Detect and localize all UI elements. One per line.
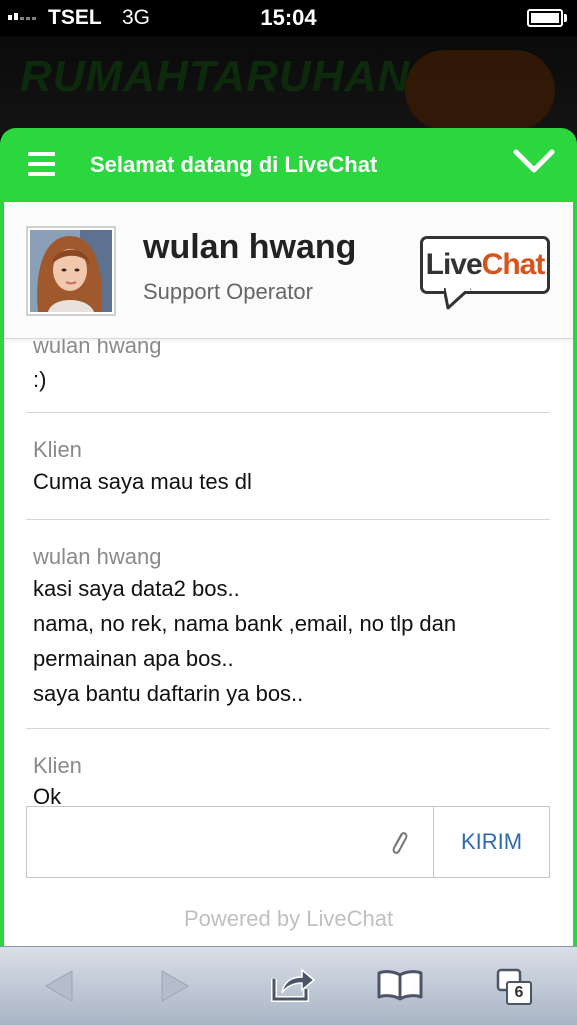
message-author: Klien bbox=[33, 437, 82, 462]
operator-card: wulan hwang Support Operator LiveChat bbox=[4, 202, 573, 339]
list-item: wulan hwang :) bbox=[26, 339, 550, 413]
logo-live-text: Live bbox=[425, 248, 483, 281]
menu-icon[interactable] bbox=[28, 152, 55, 176]
list-item: wulan hwang kasi saya data2 bos.. nama, … bbox=[26, 520, 550, 729]
message-composer: KIRIM bbox=[26, 806, 550, 878]
chat-header: Selamat datang di LiveChat bbox=[0, 128, 577, 202]
send-button[interactable]: KIRIM bbox=[434, 807, 549, 877]
chat-panel: wulan hwang Support Operator LiveChat wu… bbox=[4, 202, 573, 946]
list-item: Klien Ok bbox=[26, 729, 550, 804]
message-author: Klien bbox=[33, 753, 82, 778]
speech-bubble-tail-icon bbox=[444, 288, 472, 310]
chevron-down-icon[interactable] bbox=[513, 148, 555, 176]
list-item: Klien Cuma saya mau tes dl bbox=[26, 413, 550, 520]
operator-name: wulan hwang bbox=[143, 228, 357, 266]
paperclip-icon[interactable] bbox=[387, 828, 411, 858]
message-text: permainan apa bos.. bbox=[33, 646, 234, 671]
website-title: RUMAHTARUHAN bbox=[20, 52, 411, 101]
back-arrow-icon[interactable] bbox=[44, 969, 74, 1003]
browser-toolbar: 6 bbox=[0, 946, 577, 1025]
logo-chat-text: Chat bbox=[481, 248, 546, 281]
message-text: :) bbox=[33, 367, 47, 392]
forward-arrow-icon[interactable] bbox=[160, 969, 190, 1003]
share-icon[interactable] bbox=[270, 965, 316, 1003]
message-text: Cuma saya mau tes dl bbox=[33, 469, 252, 494]
message-text: Ok bbox=[33, 784, 62, 804]
livechat-logo: LiveChat bbox=[420, 236, 554, 310]
message-input[interactable] bbox=[27, 807, 434, 877]
message-text: nama, no rek, nama bank ,email, no tlp d… bbox=[33, 611, 457, 636]
avatar bbox=[26, 226, 116, 316]
operator-role: Support Operator bbox=[143, 279, 313, 304]
livechat-widget: Selamat datang di LiveChat wulan hwang S… bbox=[0, 128, 577, 946]
message-text: saya bantu daftarin ya bos.. bbox=[33, 681, 304, 706]
message-author: wulan hwang bbox=[33, 339, 162, 358]
message-author: wulan hwang bbox=[33, 544, 162, 569]
powered-by-link[interactable]: Powered by LiveChat bbox=[4, 906, 573, 932]
bookmarks-icon[interactable] bbox=[376, 969, 424, 1001]
livechat-logo-box: LiveChat bbox=[420, 236, 550, 294]
website-logo bbox=[405, 50, 555, 130]
operator-photo bbox=[30, 230, 112, 312]
message-text: kasi saya data2 bos.. bbox=[33, 576, 240, 601]
clock: 15:04 bbox=[260, 5, 317, 30]
website-background: RUMAHTARUHAN bbox=[0, 36, 577, 136]
tab-count[interactable]: 6 bbox=[506, 981, 532, 1005]
status-bar: TSEL 3G 15:04 bbox=[0, 0, 577, 36]
message-list[interactable]: wulan hwang :) Klien Cuma saya mau tes d… bbox=[26, 339, 550, 804]
battery-icon bbox=[527, 9, 567, 27]
chat-header-title: Selamat datang di LiveChat bbox=[90, 152, 378, 177]
